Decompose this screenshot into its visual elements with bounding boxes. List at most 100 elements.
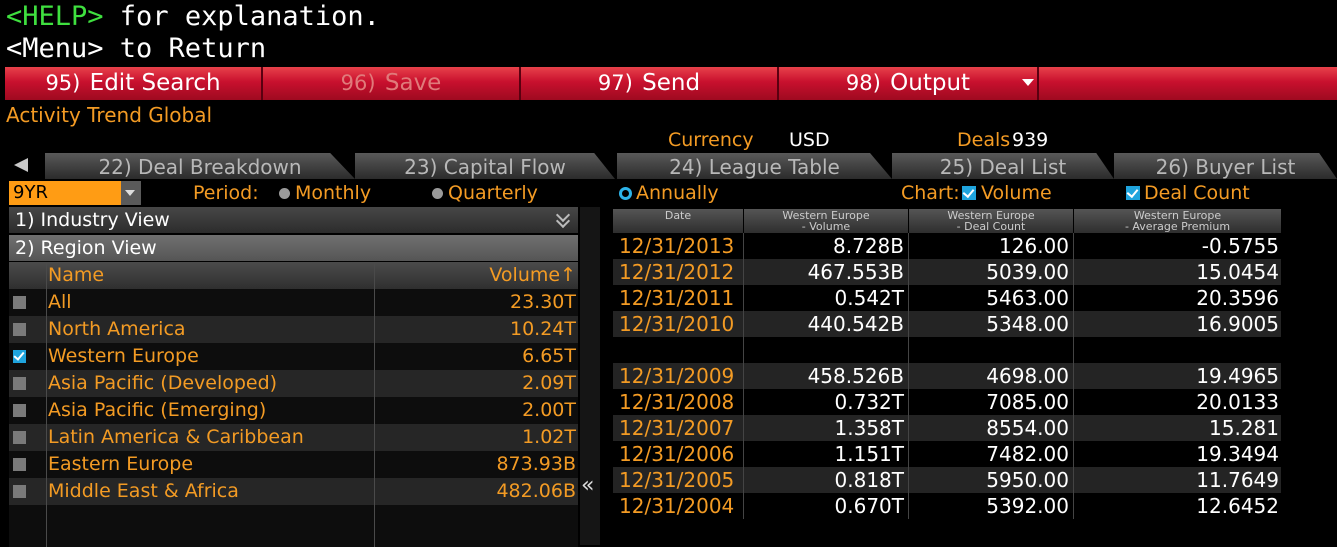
send-label: Send [642,70,701,96]
row-volume: 467.553B [743,259,908,285]
edit-search-number: 95) [45,71,81,95]
range-dropdown[interactable] [121,181,141,205]
row-date: 12/31/2007 [619,416,735,440]
row-deal-count: 5950.00 [908,467,1073,493]
row-deal-count: 8554.00 [908,415,1073,441]
currency-label: Currency [668,129,754,151]
row-deal-count: 5463.00 [908,285,1073,311]
currency-value[interactable]: USD [789,128,830,152]
row-deal-count: 5039.00 [908,259,1073,285]
range-input[interactable]: 9YR [9,181,121,205]
tab-capital-flow[interactable]: 23) Capital Flow [355,153,615,179]
row-volume: 458.526B [743,363,908,389]
save-label: Save [384,70,442,96]
table-row[interactable]: 12/31/2008 0.732T 7085.00 20.0133 [613,389,1281,415]
row-checkbox-icon[interactable] [13,431,26,444]
column-name-header[interactable]: Name [48,262,104,289]
region-name: Middle East & Africa [48,480,239,502]
region-name: North America [48,318,186,340]
table-row[interactable]: 12/31/2011 0.542T 5463.00 20.3596 [613,285,1281,311]
industry-view-header[interactable]: 1) Industry View [9,207,578,233]
region-view-header[interactable]: 2) Region View [9,235,578,261]
region-volume: 10.24T [510,318,576,340]
period-monthly-label[interactable]: Monthly [295,181,371,205]
row-average-premium: 20.0133 [1073,389,1281,415]
table-row[interactable]: 12/31/2007 1.358T 8554.00 15.281 [613,415,1281,441]
table-row[interactable]: Latin America & Caribbean 1.02T [9,424,578,451]
send-number: 97) [597,71,633,95]
column-volume-header[interactable]: Volume↑ [489,262,576,289]
row-average-premium: 12.6452 [1073,493,1281,519]
table-row[interactable]: Asia Pacific (Emerging) 2.00T [9,397,578,424]
table-row[interactable]: Eastern Europe 873.93B [9,451,578,478]
row-checkbox-icon[interactable] [13,485,26,498]
region-volume: 1.02T [522,426,576,448]
row-volume: 0.542T [743,285,908,311]
table-row-empty [9,505,578,547]
chart-deal-count-checkbox-icon[interactable] [1126,186,1140,200]
row-checkbox-icon[interactable] [13,296,26,309]
tab-league-table[interactable]: 24) League Table [617,153,892,179]
chart-deal-count-label[interactable]: Deal Count [1144,181,1250,205]
table-row[interactable]: 12/31/2013 8.728B 126.00 -0.5755 [613,233,1281,259]
period-quarterly-label[interactable]: Quarterly [448,181,538,205]
region-name: Eastern Europe [48,453,194,475]
region-table: Name Volume↑ All 23.30T North America 10.2… [9,262,578,547]
row-checkbox-icon[interactable] [13,323,26,336]
table-row[interactable]: Asia Pacific (Developed) 2.09T [9,370,578,397]
row-date: 12/31/2013 [619,234,735,258]
tab-deal-breakdown[interactable]: 22) Deal Breakdown [45,153,355,179]
row-checkbox-icon[interactable] [13,377,26,390]
tab-deal-list[interactable]: 25) Deal List [892,153,1114,179]
help-text: for explanation. [103,1,380,32]
region-volume: 2.00T [522,399,576,421]
table-row[interactable]: North America 10.24T [9,316,578,343]
chart-volume-label[interactable]: Volume [981,181,1052,205]
output-dropdown-icon[interactable] [1022,79,1034,86]
table-row[interactable]: All 23.30T [9,289,578,316]
table-row[interactable]: Western Europe 6.65T [9,343,578,370]
row-checkbox-icon[interactable] [13,404,26,417]
row-date: 12/31/2008 [619,390,735,414]
row-volume [743,337,908,363]
table-row[interactable]: Middle East & Africa 482.06B [9,478,578,505]
region-volume: 23.30T [510,291,576,313]
collapse-panel-icon[interactable]: « [581,474,594,498]
table-row[interactable]: 12/31/2009 458.526B 4698.00 19.4965 [613,363,1281,389]
deals-value: 939 [1012,129,1049,151]
row-checkbox-checked-icon[interactable] [13,350,26,363]
table-row[interactable]: 12/31/2006 1.151T 7482.00 19.3494 [613,441,1281,467]
period-annually-label[interactable]: Annually [636,181,719,205]
output-number: 98) [845,71,881,95]
column-average-premium-header[interactable]: Western Europe - Average Premium [1074,209,1281,233]
row-deal-count [908,337,1073,363]
row-deal-count: 7085.00 [908,389,1073,415]
period-annually-radio-icon[interactable] [619,187,632,200]
region-name: Asia Pacific (Emerging) [48,399,267,421]
row-average-premium: -0.5755 [1073,233,1281,259]
table-row[interactable]: 12/31/2004 0.670T 5392.00 12.6452 [613,493,1281,519]
row-date: 12/31/2005 [619,468,735,492]
screen-title: Activity Trend Global [6,103,213,127]
column-volume-header[interactable]: Western Europe - Volume [744,209,908,233]
period-quarterly-radio-icon[interactable] [432,188,443,199]
table-row[interactable]: 12/31/2010 440.542B 5348.00 16.9005 [613,311,1281,337]
region-volume: 873.93B [496,453,576,475]
edit-search-button[interactable]: 95) Edit Search [5,67,263,100]
column-deal-count-header[interactable]: Western Europe - Deal Count [909,209,1073,233]
table-row[interactable]: 12/31/2005 0.818T 5950.00 11.7649 [613,467,1281,493]
help-key[interactable]: <HELP> [6,1,104,32]
row-checkbox-icon[interactable] [13,458,26,471]
output-button[interactable]: 98) Output [779,67,1039,100]
column-date-header[interactable]: Date [613,209,743,233]
send-button[interactable]: 97) Send [521,67,779,100]
region-volume: 2.09T [522,372,576,394]
region-volume: 482.06B [496,480,576,502]
table-row[interactable]: 12/31/2012 467.553B 5039.00 15.0454 [613,259,1281,285]
tab-scroll-left-icon[interactable] [14,158,28,172]
chart-volume-checkbox-icon[interactable] [962,186,976,200]
tab-buyer-list[interactable]: 26) Buyer List [1114,153,1337,179]
period-monthly-radio-icon[interactable] [279,188,290,199]
row-volume: 8.728B [743,233,908,259]
save-button[interactable]: 96) Save [263,67,521,100]
